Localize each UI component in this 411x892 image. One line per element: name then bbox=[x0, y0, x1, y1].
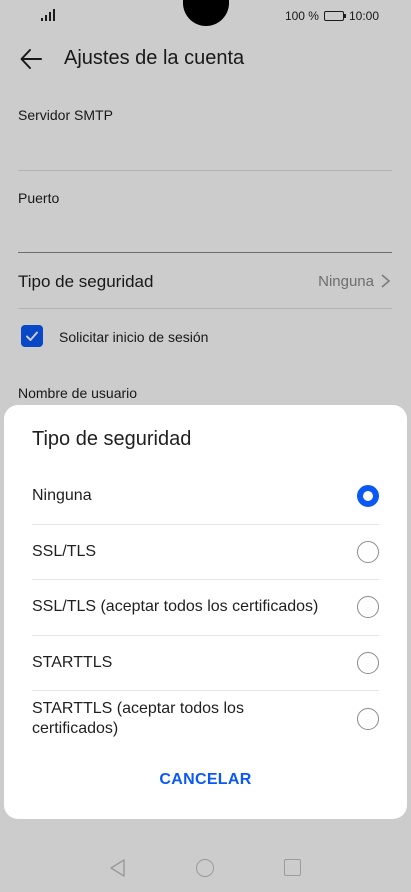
nav-back-icon[interactable] bbox=[108, 858, 126, 878]
option-label: STARTTLS (aceptar todos los certificados… bbox=[32, 699, 244, 737]
radio-button[interactable] bbox=[357, 707, 379, 730]
security-type-dialog: Tipo de seguridad Ninguna SSL/TLS SSL/TL… bbox=[4, 405, 407, 819]
option-starttls[interactable]: STARTTLS bbox=[32, 636, 379, 691]
nav-home-icon[interactable] bbox=[196, 859, 214, 877]
option-label: Ninguna bbox=[32, 487, 92, 505]
nav-recents-icon[interactable] bbox=[284, 859, 301, 876]
option-label: STARTTLS bbox=[32, 653, 113, 671]
dialog-title: Tipo de seguridad bbox=[32, 428, 192, 450]
radio-button[interactable] bbox=[357, 651, 379, 674]
radio-button-selected[interactable] bbox=[357, 485, 379, 508]
option-label: SSL/TLS (aceptar todos los certificados) bbox=[32, 598, 319, 616]
security-options-list: Ninguna SSL/TLS SSL/TLS (aceptar todos l… bbox=[32, 469, 379, 747]
option-ssl-tls[interactable]: SSL/TLS bbox=[32, 525, 379, 580]
cancel-button[interactable]: CANCELAR bbox=[4, 771, 407, 789]
option-ssl-tls-accept-all[interactable]: SSL/TLS (aceptar todos los certificados) bbox=[32, 580, 379, 636]
navigation-bar bbox=[0, 848, 411, 892]
radio-button[interactable] bbox=[357, 596, 379, 619]
option-label: SSL/TLS bbox=[32, 542, 97, 560]
option-ninguna[interactable]: Ninguna bbox=[32, 469, 379, 525]
radio-button[interactable] bbox=[357, 540, 379, 563]
screen: 100 % 10:00 Ajustes de la cuenta Servido… bbox=[0, 0, 411, 892]
option-starttls-accept-all[interactable]: STARTTLS (aceptar todos los certificados… bbox=[32, 691, 379, 747]
